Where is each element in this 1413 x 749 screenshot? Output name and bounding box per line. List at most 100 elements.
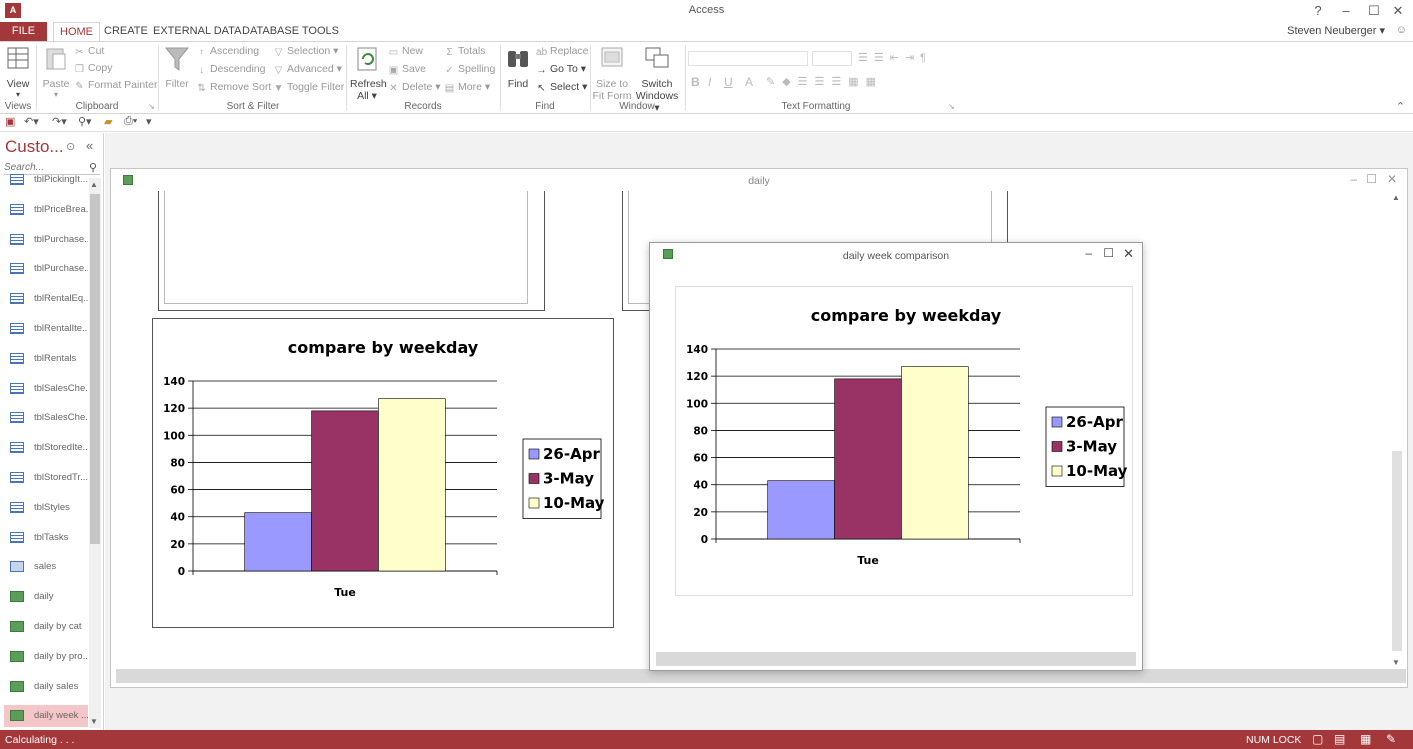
font-name-dropdown[interactable]	[688, 51, 808, 66]
undo-icon[interactable]: ↶▾	[24, 115, 39, 128]
minimize-icon[interactable]: –	[1335, 2, 1357, 20]
minimize-icon[interactable]: –	[1085, 246, 1092, 260]
nav-item[interactable]: daily by pro...	[4, 646, 88, 668]
minimize-icon[interactable]: –	[1350, 172, 1357, 186]
nav-item[interactable]: tblPriceBrea...	[4, 199, 88, 221]
maximize-icon[interactable]: ☐	[1103, 246, 1114, 260]
nav-item[interactable]: tblSalesChe...	[4, 378, 88, 400]
spelling-button[interactable]: ✓ Spelling	[444, 63, 495, 76]
select-button[interactable]: ↖ Select ▾	[536, 81, 587, 94]
alignment-icons[interactable]: ✎◆☰☰☰▦▦	[766, 75, 883, 88]
print-icon[interactable]: ⎙▾	[124, 115, 137, 128]
dialog-launcher-icon[interactable]: ↘	[948, 102, 955, 111]
nav-item[interactable]: tblSalesChe...	[4, 407, 88, 429]
nav-item[interactable]: tblStoredTr...	[4, 467, 88, 489]
tab-database-tools[interactable]: DATABASE TOOLS	[236, 22, 345, 41]
new-record-button[interactable]: ▭ New	[388, 45, 423, 58]
nav-pane-title[interactable]: Custo...	[5, 137, 64, 157]
list-indent-icons[interactable]: ☰☰⇤⇥¶	[858, 51, 932, 64]
scroll-thumb[interactable]	[90, 194, 100, 544]
user-account[interactable]: Steven Neuberger ▾	[1287, 24, 1385, 37]
more-button[interactable]: ▤ More ▾	[444, 81, 490, 94]
copy-button[interactable]: ❐ Copy	[74, 62, 113, 75]
replace-button[interactable]: ab Replace	[536, 45, 589, 58]
chart-weekday-comparison-popup[interactable]: compare by weekday 0 20 40 60 80 100 120 140 Tue 2…	[675, 286, 1133, 596]
vertical-scrollbar[interactable]: ▲ ▼	[1389, 191, 1405, 669]
underline-button[interactable]: U	[724, 75, 733, 89]
tab-create[interactable]: CREATE	[98, 22, 154, 41]
bold-button[interactable]: B	[691, 75, 700, 89]
nav-item[interactable]: tblPurchase...	[4, 258, 88, 280]
scroll-down-icon[interactable]: ▼	[90, 717, 98, 726]
goto-button[interactable]: → Go To ▾	[536, 63, 587, 76]
scroll-up-icon[interactable]: ▲	[1392, 193, 1400, 202]
nav-item[interactable]: tblPurchase...	[4, 229, 88, 251]
nav-item[interactable]: daily	[4, 586, 88, 608]
user-photo-icon[interactable]: ☺	[1396, 24, 1407, 36]
tab-external-data[interactable]: EXTERNAL DATA	[147, 22, 247, 41]
find-button[interactable]: Find	[504, 45, 532, 90]
nav-item[interactable]: daily by cat	[4, 616, 88, 638]
nav-dropdown-icon[interactable]: ⊙	[66, 140, 75, 153]
nav-item[interactable]: tblRentalEq...	[4, 288, 88, 310]
remove-sort-button[interactable]: ⇅ Remove Sort	[196, 81, 271, 94]
filter-button[interactable]: Filter	[164, 45, 190, 90]
nav-item[interactable]: tblRentals	[4, 348, 88, 370]
dialog-launcher-icon[interactable]: ↘	[148, 102, 155, 111]
open-folder-icon[interactable]: ▰	[104, 115, 112, 128]
view-button[interactable]: View ▾	[4, 45, 32, 99]
print-preview-icon[interactable]: ▤	[1334, 732, 1345, 746]
cut-button[interactable]: ✂ Cut	[74, 45, 104, 58]
scroll-thumb[interactable]	[1392, 451, 1402, 651]
close-icon[interactable]: ✕	[1387, 172, 1397, 186]
collapse-ribbon-icon[interactable]: ⌃	[1396, 100, 1405, 113]
totals-button[interactable]: Σ Totals	[444, 45, 485, 58]
descending-label: Descending	[210, 63, 266, 75]
size-to-fit-form-button[interactable]: Size to Fit Form	[592, 45, 632, 102]
nav-item[interactable]: sales	[4, 556, 88, 578]
scroll-down-icon[interactable]: ▼	[1392, 658, 1400, 667]
font-color-button[interactable]: A	[745, 75, 753, 89]
horizontal-scrollbar[interactable]	[656, 652, 1136, 666]
nav-item[interactable]: daily sales	[4, 676, 88, 698]
refresh-all-button[interactable]: Refresh All ▾	[350, 45, 387, 102]
filter-icon[interactable]: ⚲▾	[78, 115, 92, 128]
customize-qat-icon[interactable]: ▾	[146, 115, 152, 128]
nav-item[interactable]: tblPickingIt...	[4, 169, 88, 191]
nav-item[interactable]: tblTasks	[4, 527, 88, 549]
design-view-icon[interactable]: ✎	[1386, 732, 1396, 746]
toggle-filter-button[interactable]: ▼ Toggle Filter	[273, 81, 345, 94]
tab-home[interactable]: HOME	[53, 22, 100, 41]
nav-scrollbar[interactable]: ▲ ▼	[89, 178, 101, 728]
save-icon[interactable]: ▣	[5, 115, 15, 128]
selection-button[interactable]: ▽ Selection ▾	[273, 45, 339, 58]
close-icon[interactable]: ✕	[1387, 2, 1409, 20]
ascending-button[interactable]: ↑ Ascending	[196, 45, 259, 58]
scroll-up-icon[interactable]: ▲	[90, 180, 98, 189]
advanced-button[interactable]: ▽ Advanced ▾	[273, 63, 342, 76]
horizontal-scrollbar[interactable]	[116, 669, 1406, 683]
redo-icon[interactable]: ↷▾	[52, 115, 67, 128]
nav-item[interactable]: daily week ...	[4, 705, 88, 728]
collapse-nav-icon[interactable]: «	[86, 138, 93, 153]
sigma-icon: Σ	[446, 47, 453, 58]
nav-item[interactable]: tblStoredIte...	[4, 437, 88, 459]
save-record-button[interactable]: ▣ Save	[388, 63, 426, 76]
tab-file[interactable]: FILE	[0, 22, 47, 41]
format-painter-button[interactable]: ✎ Format Painter	[74, 79, 157, 92]
maximize-icon[interactable]: ☐	[1363, 2, 1385, 20]
nav-item[interactable]: tblRentalIte...	[4, 318, 88, 340]
nav-item[interactable]: tblStyles	[4, 497, 88, 519]
descending-button[interactable]: ↓ Descending	[196, 63, 265, 76]
font-size-dropdown[interactable]	[812, 51, 852, 66]
delete-record-button[interactable]: ✕ Delete ▾	[388, 81, 440, 94]
report-view-icon[interactable]: ▢	[1312, 732, 1323, 746]
help-icon[interactable]: ?	[1307, 2, 1329, 20]
layout-view-icon[interactable]: ▦	[1360, 732, 1371, 746]
chart-weekday-comparison[interactable]: compare by weekday 0 20 40 60 80 100 120 140 Tue 2…	[152, 318, 614, 628]
maximize-icon[interactable]: ☐	[1366, 172, 1377, 186]
italic-button[interactable]: I	[708, 75, 711, 89]
search-icon[interactable]: ⚲	[89, 161, 97, 174]
close-icon[interactable]: ✕	[1123, 246, 1134, 262]
paste-button[interactable]: Paste ▾	[42, 45, 70, 99]
